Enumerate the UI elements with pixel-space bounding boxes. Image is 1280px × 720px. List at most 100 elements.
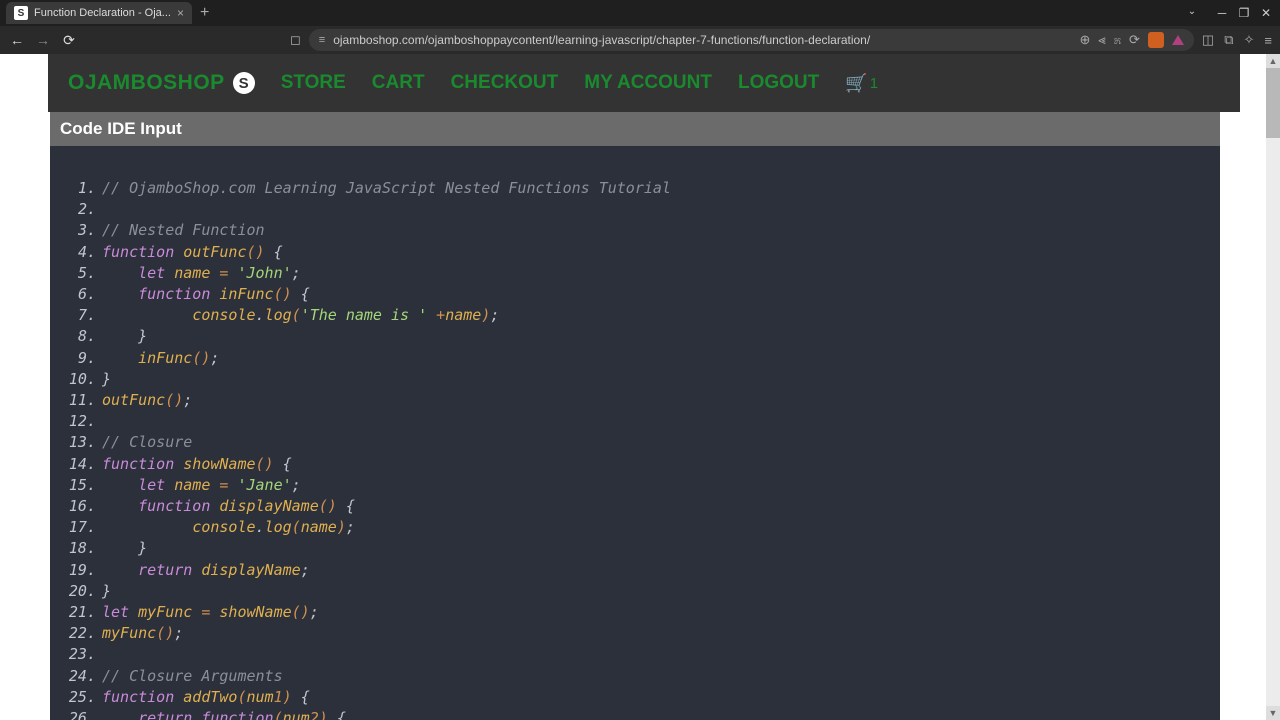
nav-link-checkout[interactable]: CHECKOUT (451, 72, 559, 94)
rss-icon[interactable]: ೫ (1114, 32, 1121, 48)
scroll-thumb[interactable] (1266, 68, 1280, 138)
code-line: 4.function outFunc() { (62, 242, 1208, 263)
line-content: } (102, 538, 147, 559)
line-number: 21. (62, 602, 102, 623)
address-bar: ← → ⟳ ◻ ≡ ojamboshop.com/ojamboshoppayco… (0, 26, 1280, 54)
url-box[interactable]: ≡ ojamboshop.com/ojamboshoppaycontent/le… (309, 29, 1194, 51)
code-line: 3.// Nested Function (62, 220, 1208, 241)
line-number: 14. (62, 454, 102, 475)
site-nav: OJAMBOSHOP S STORE CART CHECKOUT MY ACCO… (48, 54, 1240, 112)
new-tab-button[interactable]: + (200, 4, 209, 22)
line-number: 3. (62, 220, 102, 241)
line-content: // Closure (102, 432, 192, 453)
code-line: 22.myFunc(); (62, 623, 1208, 644)
toolbar-right: ◫ ⧉ ✧ ≡ (1202, 32, 1272, 48)
code-line: 7. console.log('The name is ' +name); (62, 305, 1208, 326)
line-content: function inFunc() { (102, 284, 310, 305)
tabs-dropdown-icon[interactable]: ⌄ (1182, 6, 1202, 20)
line-number: 1. (62, 178, 102, 199)
line-number: 6. (62, 284, 102, 305)
line-content: console.log('The name is ' +name); (102, 305, 499, 326)
brand[interactable]: OJAMBOSHOP S (68, 71, 255, 95)
scroll-down-arrow[interactable]: ▼ (1266, 706, 1280, 720)
code-line: 6. function inFunc() { (62, 284, 1208, 305)
line-number: 4. (62, 242, 102, 263)
line-content: function displayName() { (102, 496, 355, 517)
code-line: 11.outFunc(); (62, 390, 1208, 411)
code-line: 16. function displayName() { (62, 496, 1208, 517)
line-content: console.log(name); (102, 517, 355, 538)
ide-title: Code IDE Input (60, 119, 182, 139)
share-icon[interactable]: ⪡ (1098, 32, 1105, 48)
code-line: 8. } (62, 326, 1208, 347)
scroll-up-arrow[interactable]: ▲ (1266, 54, 1280, 68)
line-number: 11. (62, 390, 102, 411)
line-number: 8. (62, 326, 102, 347)
code-line: 10.} (62, 369, 1208, 390)
line-number: 22. (62, 623, 102, 644)
line-content: outFunc(); (102, 390, 192, 411)
nav-link-account[interactable]: MY ACCOUNT (584, 72, 712, 94)
sparkle-icon[interactable]: ✧ (1244, 32, 1255, 48)
line-number: 20. (62, 581, 102, 602)
line-content: function showName() { (102, 454, 292, 475)
maximize-button[interactable]: ❐ (1234, 6, 1254, 20)
code-line: 14.function showName() { (62, 454, 1208, 475)
code-area[interactable]: 1.// OjamboShop.com Learning JavaScript … (50, 146, 1220, 720)
code-line: 18. } (62, 538, 1208, 559)
line-number: 25. (62, 687, 102, 708)
code-line: 15. let name = 'Jane'; (62, 475, 1208, 496)
extension-icon[interactable] (1172, 35, 1184, 45)
line-number: 16. (62, 496, 102, 517)
minimize-button[interactable]: ─ (1212, 6, 1232, 20)
line-content: let name = 'John'; (102, 263, 301, 284)
code-line: 9. inFunc(); (62, 348, 1208, 369)
line-content: } (102, 369, 111, 390)
tabs-row: S Function Declaration - Oja... × + (0, 0, 209, 26)
cart-icon[interactable]: 🛒1 (845, 73, 878, 94)
code-line: 21.let myFunc = showName(); (62, 602, 1208, 623)
line-number: 19. (62, 560, 102, 581)
tab-close-icon[interactable]: × (177, 6, 184, 20)
nav-link-logout[interactable]: LOGOUT (738, 72, 819, 94)
code-line: 2. (62, 199, 1208, 220)
code-line: 13.// Closure (62, 432, 1208, 453)
line-content: // Nested Function (102, 220, 265, 241)
shield-icon[interactable] (1148, 32, 1164, 48)
line-content: return displayName; (102, 560, 310, 581)
code-line: 20.} (62, 581, 1208, 602)
code-line: 5. let name = 'John'; (62, 263, 1208, 284)
line-number: 10. (62, 369, 102, 390)
reload-button[interactable]: ⟳ (60, 32, 78, 49)
site-info-icon[interactable]: ≡ (319, 34, 325, 46)
line-content: // Closure Arguments (102, 666, 283, 687)
line-number: 23. (62, 644, 102, 665)
code-line: 12. (62, 411, 1208, 432)
line-content: // OjamboShop.com Learning JavaScript Ne… (102, 178, 671, 199)
nav-link-cart[interactable]: CART (372, 72, 425, 94)
close-window-button[interactable]: ✕ (1256, 6, 1276, 20)
zoom-icon[interactable]: ⊕ (1079, 32, 1090, 48)
line-content: } (102, 326, 147, 347)
brand-logo: S (233, 72, 255, 94)
code-line: 23. (62, 644, 1208, 665)
line-number: 12. (62, 411, 102, 432)
menu-icon[interactable]: ≡ (1264, 33, 1272, 48)
sidebar-icon[interactable]: ◫ (1202, 32, 1214, 48)
browser-tab[interactable]: S Function Declaration - Oja... × (6, 2, 192, 24)
forward-button[interactable]: → (34, 32, 52, 48)
sync-icon[interactable]: ⟳ (1129, 32, 1140, 48)
code-line: 1.// OjamboShop.com Learning JavaScript … (62, 178, 1208, 199)
panel-icon[interactable]: ⧉ (1224, 32, 1233, 48)
line-number: 5. (62, 263, 102, 284)
bookmark-icon[interactable]: ◻ (290, 32, 301, 48)
back-button[interactable]: ← (8, 32, 26, 48)
nav-link-store[interactable]: STORE (281, 72, 346, 94)
page-content: OJAMBOSHOP S STORE CART CHECKOUT MY ACCO… (0, 54, 1280, 720)
vertical-scrollbar[interactable]: ▲ ▼ (1266, 54, 1280, 720)
tab-favicon: S (14, 6, 28, 20)
brand-text: OJAMBOSHOP (68, 71, 225, 95)
line-number: 9. (62, 348, 102, 369)
line-number: 24. (62, 666, 102, 687)
line-number: 7. (62, 305, 102, 326)
